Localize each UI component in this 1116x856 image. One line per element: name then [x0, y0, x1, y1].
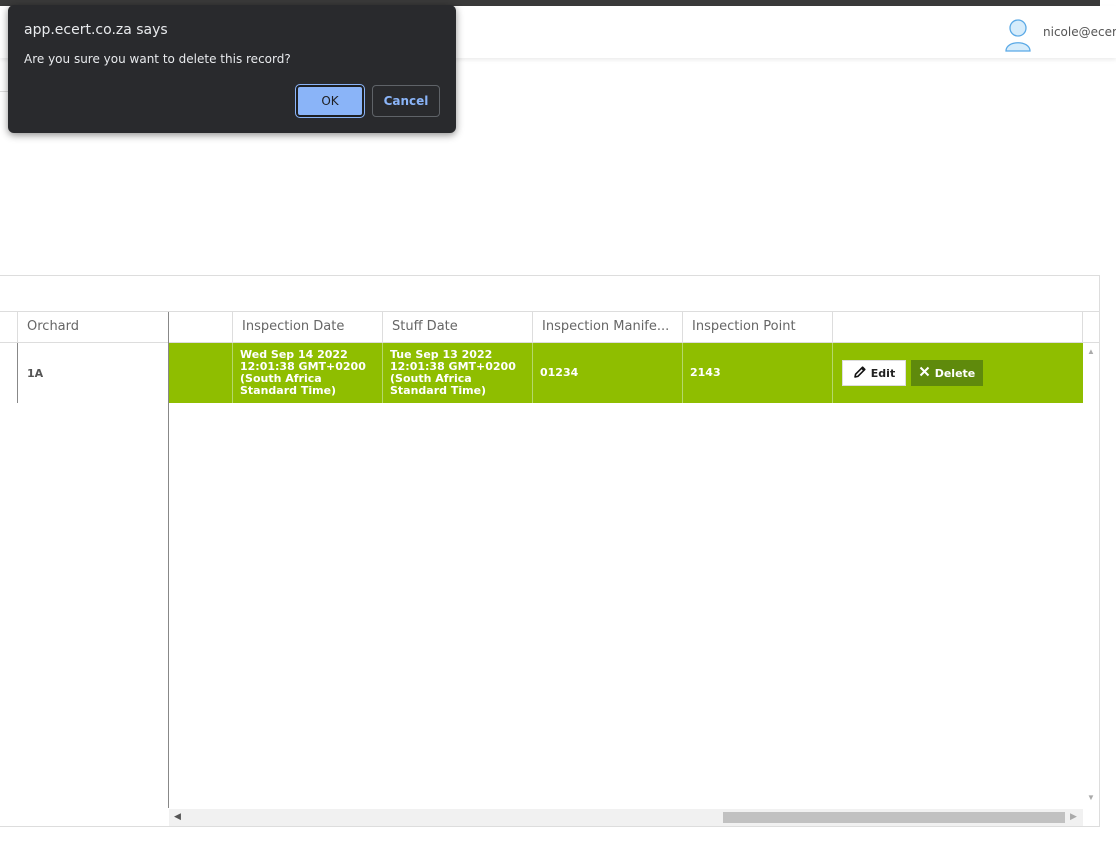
header-stuff-date[interactable]: Stuff Date — [383, 312, 533, 342]
header-inspection-point[interactable]: Inspection Point — [683, 312, 833, 342]
grid-toolbar — [0, 276, 1099, 312]
scroll-up-icon[interactable]: ▲ — [1087, 347, 1095, 356]
scroll-right-icon[interactable]: ▶ — [1070, 811, 1077, 822]
stuff-date-cell[interactable]: Tue Sep 13 2022 12:01:38 GMT+0200 (South… — [383, 343, 533, 403]
confirm-dialog: app.ecert.co.za says Are you sure you wa… — [8, 5, 456, 133]
row-blank-cell — [169, 343, 233, 403]
orchard-value: 1A — [27, 367, 44, 380]
stuff-date-value: Tue Sep 13 2022 12:01:38 GMT+0200 (South… — [390, 348, 516, 397]
delete-button[interactable]: Delete — [911, 360, 983, 386]
inspection-manifest-value: 01234 — [540, 366, 579, 379]
edit-label: Edit — [870, 366, 896, 380]
header-inspection-manifest[interactable]: Inspection Manife... — [533, 312, 683, 342]
vertical-scrollbar[interactable]: ▲ ▼ — [1083, 343, 1099, 809]
horizontal-scrollbar[interactable]: ◀ ▶ — [169, 809, 1083, 826]
user-name[interactable]: nicole@ecert — [1043, 25, 1116, 39]
header-inspection-date[interactable]: Inspection Date — [233, 312, 383, 342]
edit-button[interactable]: Edit — [842, 360, 906, 386]
dialog-title: app.ecert.co.za says — [24, 22, 168, 38]
inspection-manifest-cell[interactable]: 01234 — [533, 343, 683, 403]
inspection-point-cell[interactable]: 2143 — [683, 343, 833, 403]
table-row-selected[interactable]: Wed Sep 14 2022 12:01:38 GMT+0200 (South… — [169, 343, 1083, 403]
header-cell-left-edge — [0, 312, 18, 342]
user-icon[interactable] — [1004, 17, 1032, 53]
inspection-date-cell[interactable]: Wed Sep 14 2022 12:01:38 GMT+0200 (South… — [233, 343, 383, 403]
cancel-button[interactable]: Cancel — [372, 85, 440, 117]
scroll-down-icon[interactable]: ▼ — [1087, 793, 1095, 802]
pencil-icon — [853, 365, 867, 382]
dialog-message: Are you sure you want to delete this rec… — [24, 52, 291, 66]
ok-button[interactable]: OK — [295, 84, 365, 118]
horizontal-scroll-thumb[interactable] — [723, 812, 1065, 823]
inspection-date-value: Wed Sep 14 2022 12:01:38 GMT+0200 (South… — [240, 348, 366, 397]
inspection-point-value: 2143 — [690, 366, 721, 379]
data-grid: Orchard Inspection Date Stuff Date Inspe… — [0, 275, 1100, 827]
header-orchard[interactable]: Orchard — [18, 312, 169, 342]
delete-label: Delete — [934, 366, 976, 380]
orchard-cell[interactable]: 1A — [18, 343, 168, 403]
header-blank[interactable] — [169, 312, 233, 342]
left-divider — [0, 91, 8, 92]
header-actions — [833, 312, 1083, 342]
grid-header-row: Orchard Inspection Date Stuff Date Inspe… — [0, 312, 1099, 343]
close-icon — [919, 366, 930, 380]
scroll-left-icon[interactable]: ◀ — [174, 811, 181, 822]
